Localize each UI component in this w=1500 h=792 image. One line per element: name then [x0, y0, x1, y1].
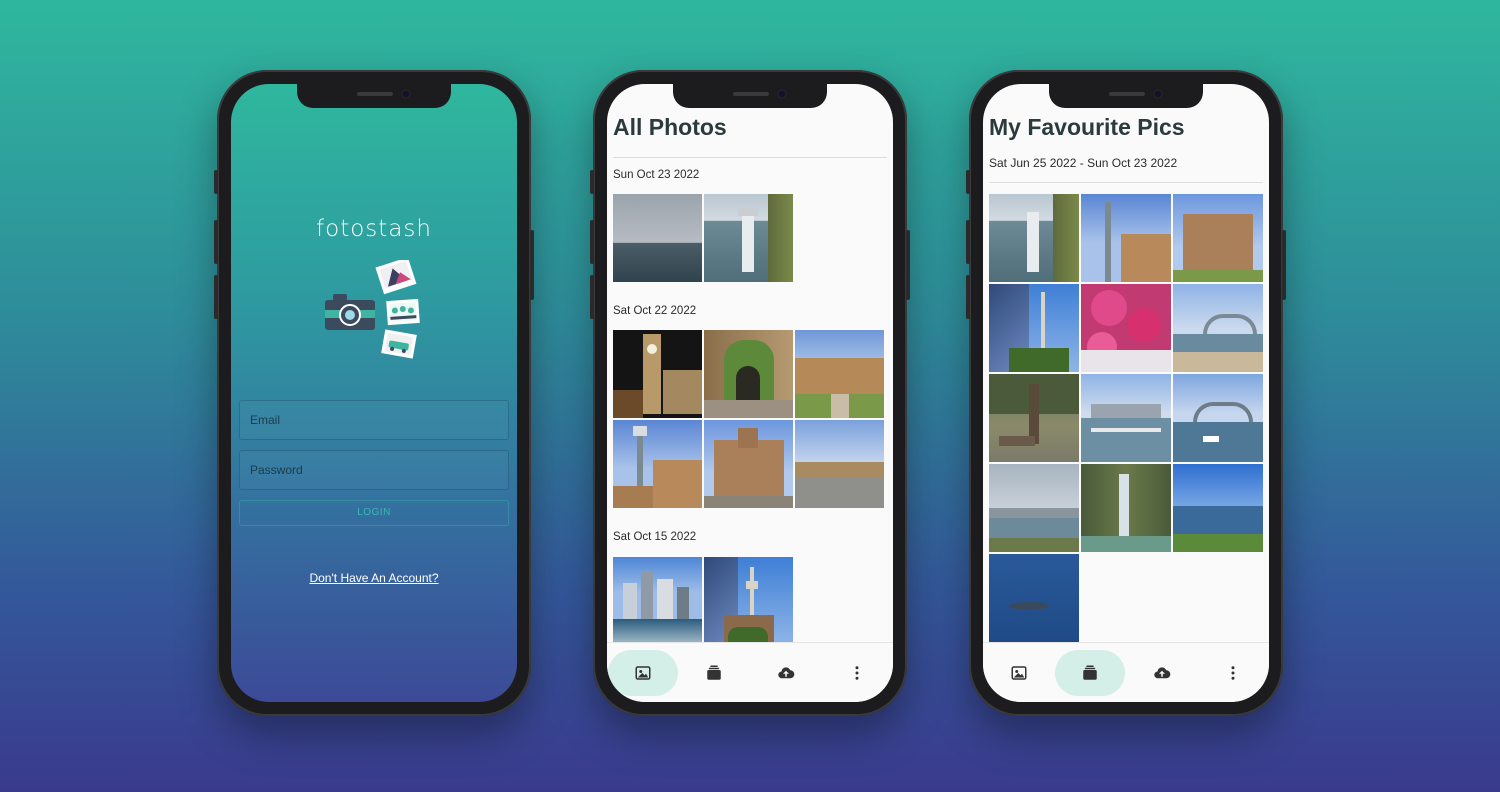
phone-login: fotostash Email Password LOGIN Don't Hav…	[214, 70, 534, 716]
phone-all-photos: All Photos Sun Oct 23 2022 Sat Oct 22 20…	[590, 70, 910, 716]
nav-albums[interactable]	[679, 650, 749, 696]
nav-albums[interactable]	[1055, 649, 1126, 696]
album-date-range: Sat Jun 25 2022 - Sun Oct 23 2022	[989, 156, 1178, 170]
photo-thumbnail[interactable]	[613, 194, 702, 282]
photo-thumbnail[interactable]	[1081, 464, 1171, 552]
album-title: My Favourite Pics	[989, 114, 1185, 140]
email-input[interactable]: Email	[239, 400, 509, 440]
photo-grid	[613, 330, 884, 508]
photo-thumbnail[interactable]	[613, 557, 702, 645]
photo-thumbnail[interactable]	[1081, 374, 1171, 462]
nav-upload[interactable]	[1127, 650, 1197, 696]
date-group-label: Sat Oct 15 2022	[613, 531, 697, 543]
photo-thumbnail[interactable]	[989, 554, 1079, 642]
login-screen: fotostash Email Password LOGIN Don't Hav…	[231, 84, 517, 702]
login-button[interactable]: LOGIN	[239, 500, 509, 526]
photo-thumbnail[interactable]	[704, 194, 793, 282]
nav-more[interactable]	[1198, 650, 1268, 696]
upload-icon	[1154, 666, 1171, 678]
photo-thumbnail[interactable]	[989, 464, 1079, 552]
photo-thumbnail[interactable]	[989, 374, 1079, 462]
photo-thumbnail[interactable]	[1173, 194, 1263, 282]
nav-photos[interactable]	[607, 649, 678, 696]
signup-link[interactable]: Don't Have An Account?	[231, 571, 517, 585]
favourites-screen: My Favourite Pics Sat Jun 25 2022 - Sun …	[983, 84, 1269, 702]
date-group-label: Sat Oct 22 2022	[613, 305, 697, 317]
photo-thumbnail[interactable]	[613, 420, 702, 508]
phone-favourites: My Favourite Pics Sat Jun 25 2022 - Sun …	[966, 70, 1286, 716]
photo-thumbnail[interactable]	[1081, 194, 1171, 282]
upload-icon	[778, 666, 795, 678]
page-title: All Photos	[613, 114, 727, 140]
all-photos-screen: All Photos Sun Oct 23 2022 Sat Oct 22 20…	[607, 84, 893, 702]
photo-thumbnail[interactable]	[795, 330, 884, 418]
photo-thumbnail[interactable]	[989, 284, 1079, 372]
more-icon	[855, 665, 859, 680]
albums-icon	[1083, 665, 1097, 680]
photo-grid	[989, 194, 1263, 642]
photo-thumbnail[interactable]	[704, 420, 793, 508]
camera-photos-logo-icon	[325, 260, 420, 359]
photo-thumbnail[interactable]	[1173, 464, 1263, 552]
photo-grid	[613, 194, 884, 282]
app-logo-text: fotostash	[316, 216, 432, 242]
photo-thumbnail[interactable]	[1173, 284, 1263, 372]
photo-thumbnail[interactable]	[704, 330, 793, 418]
more-icon	[1231, 665, 1235, 680]
bottom-navigation	[983, 642, 1269, 702]
photos-icon	[635, 665, 651, 680]
photos-icon	[1011, 665, 1027, 680]
password-input[interactable]: Password	[239, 450, 509, 490]
nav-upload[interactable]	[751, 650, 821, 696]
photo-thumbnail[interactable]	[795, 420, 884, 508]
photo-thumbnail[interactable]	[704, 557, 793, 645]
albums-icon	[707, 665, 721, 680]
date-group-label: Sun Oct 23 2022	[613, 169, 700, 181]
photo-thumbnail[interactable]	[1081, 284, 1171, 372]
photo-grid	[613, 557, 884, 645]
nav-photos[interactable]	[984, 650, 1054, 696]
photo-thumbnail[interactable]	[613, 330, 702, 418]
bottom-navigation	[607, 642, 893, 702]
photo-thumbnail[interactable]	[1173, 374, 1263, 462]
nav-more[interactable]	[822, 650, 892, 696]
photo-thumbnail[interactable]	[989, 194, 1079, 282]
